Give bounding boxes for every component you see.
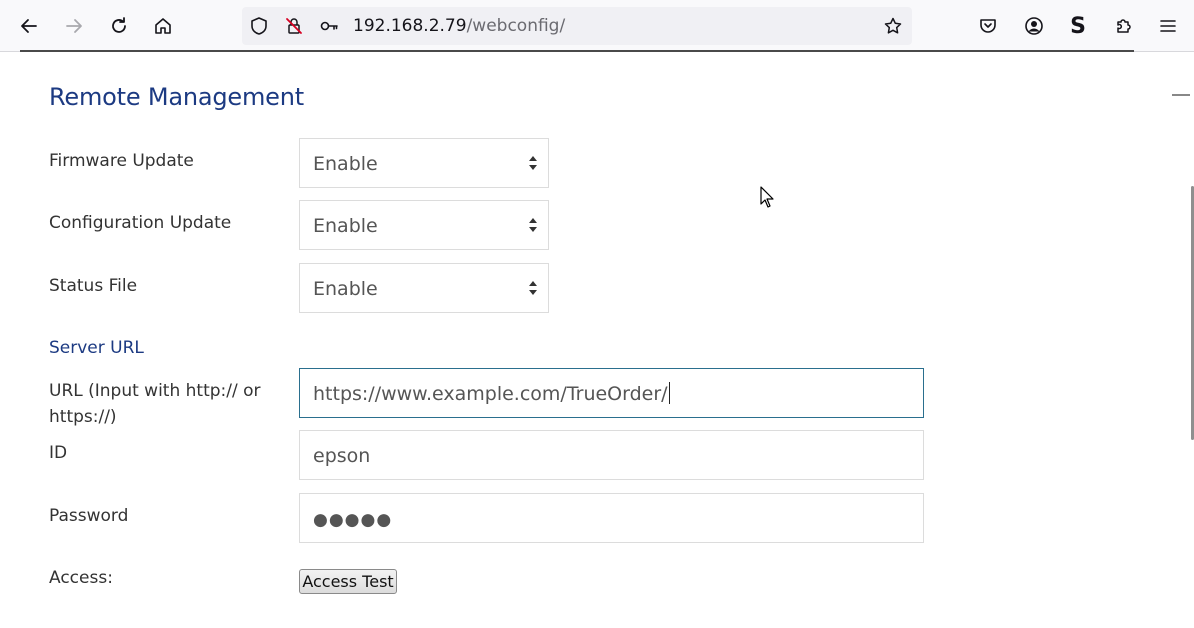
firmware-update-value: Enable	[313, 153, 378, 175]
reload-icon	[112, 17, 126, 33]
section-title: Remote Management	[49, 83, 304, 111]
access-test-button[interactable]: Access Test	[299, 569, 397, 594]
extensions-button[interactable]	[1108, 10, 1140, 42]
pocket-icon	[980, 19, 996, 33]
text-caret	[668, 382, 670, 404]
configuration-update-value: Enable	[313, 215, 378, 237]
reload-button[interactable]	[103, 10, 135, 42]
status-file-select[interactable]: Enable	[299, 263, 549, 313]
server-url-heading: Server URL	[49, 338, 144, 358]
pocket-button[interactable]	[972, 10, 1004, 42]
back-button[interactable]	[13, 10, 45, 42]
header-divider	[20, 50, 1134, 52]
firmware-update-select[interactable]: Enable	[299, 138, 549, 188]
extension-s-button[interactable]: S	[1062, 10, 1094, 42]
forward-button[interactable]	[58, 10, 90, 42]
menu-icon	[1160, 20, 1176, 32]
extension-s-icon: S	[1070, 13, 1086, 39]
forward-icon	[66, 19, 82, 33]
menu-button[interactable]	[1152, 10, 1184, 42]
url-label-line2: https://)	[49, 407, 117, 427]
shield-icon[interactable]	[249, 16, 269, 36]
select-arrows-icon	[529, 218, 537, 232]
back-icon	[21, 19, 37, 33]
browser-toolbar: 192.168.2.79/webconfig/ S	[0, 0, 1194, 52]
account-button[interactable]	[1018, 10, 1050, 42]
select-arrows-icon	[529, 156, 537, 170]
url-text[interactable]: 192.168.2.79/webconfig/	[353, 16, 565, 36]
url-host: 192.168.2.79	[353, 16, 467, 36]
access-label: Access:	[49, 568, 113, 588]
url-input-text: https://www.example.com/TrueOrder/	[313, 383, 668, 405]
bookmark-star-icon[interactable]	[883, 16, 903, 36]
home-button[interactable]	[147, 10, 179, 42]
blocked-permission-icon[interactable]	[284, 16, 304, 36]
configuration-update-select[interactable]: Enable	[299, 200, 549, 250]
url-input-value: https://www.example.com/TrueOrder/	[313, 382, 670, 406]
id-input-value: epson	[313, 445, 371, 467]
account-icon	[1025, 17, 1043, 35]
address-bar[interactable]: 192.168.2.79/webconfig/	[242, 7, 912, 45]
password-label: Password	[49, 506, 129, 526]
mouse-cursor-icon	[760, 186, 774, 208]
key-icon[interactable]	[319, 16, 339, 36]
home-icon	[155, 18, 171, 34]
status-file-value: Enable	[313, 278, 378, 300]
configuration-update-label: Configuration Update	[49, 213, 232, 233]
password-input-value: ●●●●●	[313, 510, 393, 530]
url-input[interactable]: https://www.example.com/TrueOrder/	[299, 368, 924, 418]
status-file-label: Status File	[49, 276, 138, 296]
url-path: /webconfig/	[466, 16, 566, 36]
id-input[interactable]: epson	[299, 430, 924, 480]
extensions-puzzle-icon	[1117, 19, 1131, 33]
id-label: ID	[49, 443, 68, 463]
password-input[interactable]: ●●●●●	[299, 493, 924, 543]
collapse-icon[interactable]	[1172, 94, 1190, 96]
url-label-line1: URL (Input with http:// or	[49, 381, 261, 401]
select-arrows-icon	[529, 281, 537, 295]
firmware-update-label: Firmware Update	[49, 151, 194, 171]
